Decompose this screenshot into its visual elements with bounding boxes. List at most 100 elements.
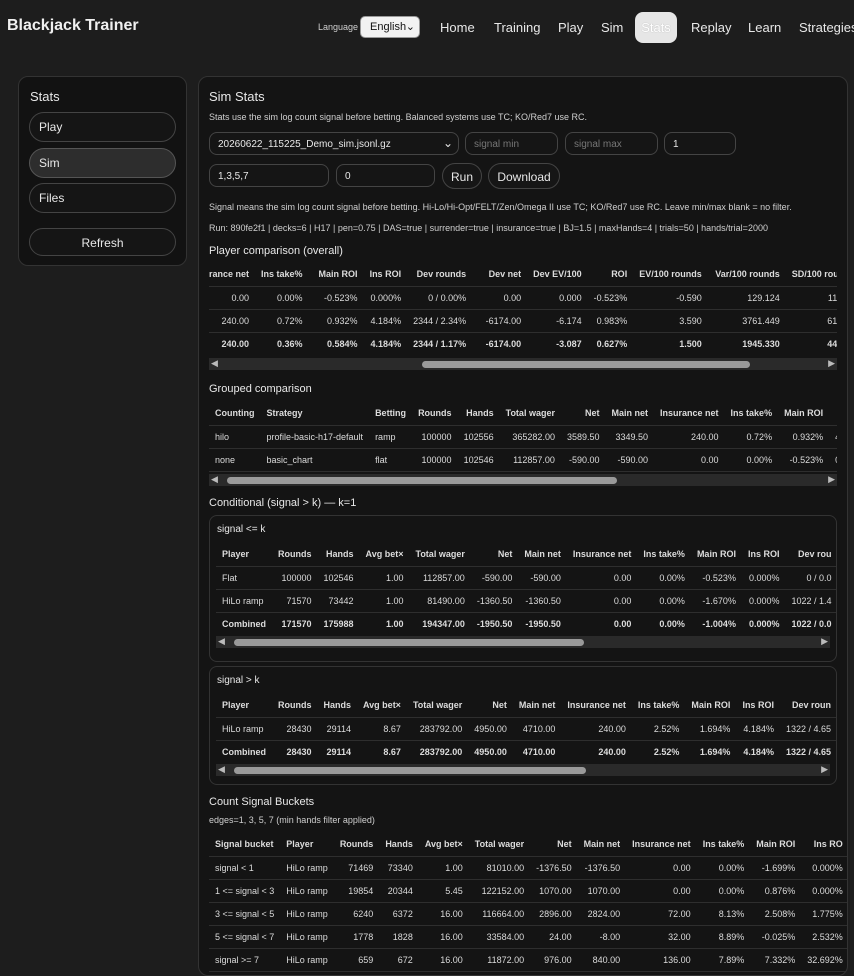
table-cell: 44.106	[827, 338, 837, 349]
table-cell: 0 / 0.0	[806, 572, 832, 583]
scroll-right-icon[interactable]: ▶	[828, 474, 835, 485]
table-cell: 3589.50	[566, 431, 600, 442]
column-header: Main ROI	[696, 549, 736, 560]
column-header: Main ROI	[784, 408, 824, 419]
table-cell: 2824.00	[587, 908, 621, 919]
nav-sim[interactable]: Sim	[601, 12, 625, 43]
nav-play[interactable]: Play	[558, 12, 583, 43]
scroll-thumb[interactable]	[234, 639, 584, 646]
table-cell: -6174.00	[485, 338, 522, 349]
table-cell: 72.00	[668, 908, 691, 919]
buckets-table-wrap: Signal bucket Player Rounds Hands Avg bet× To…	[209, 833, 847, 973]
column-header: Net	[497, 549, 513, 560]
scroll-left-icon[interactable]: ◀	[218, 764, 225, 775]
player-comparison-table: rance net Ins take% Main ROI Ins ROI Dev rou…	[209, 263, 837, 354]
table-cell: 4710.00	[522, 723, 556, 734]
table-cell: 73340	[387, 862, 413, 873]
table-row: Combined 171570 175988 1.00 194347.00 -1950.5…	[216, 612, 836, 633]
table-cell: 171570	[281, 618, 312, 629]
table-cell: 0.000%	[370, 292, 402, 303]
table-cell: 0.00	[231, 292, 250, 303]
grouped-scrollbar[interactable]: ◀ ▶	[209, 474, 837, 486]
min-hands-input[interactable]: 0	[336, 164, 435, 187]
column-header: Rounds	[418, 408, 452, 419]
column-header: Total wager	[505, 408, 555, 419]
scroll-thumb[interactable]	[422, 361, 750, 368]
player-comparison-title: Player comparison (overall)	[209, 245, 343, 257]
scroll-left-icon[interactable]: ◀	[211, 474, 218, 485]
k-input[interactable]: 1	[664, 132, 736, 155]
buckets-subtitle: edges=1, 3, 5, 7 (min hands filter appli…	[209, 815, 375, 825]
table-cell: 4950.00	[474, 723, 507, 734]
table-cell: 129.124	[747, 292, 780, 303]
table-cell: -1.699%	[761, 862, 796, 873]
table-cell: HiLo ramp	[286, 931, 328, 942]
table-cell: 71469	[348, 862, 374, 873]
download-button[interactable]: Download	[488, 163, 560, 189]
edges-input[interactable]: 1,3,5,7	[209, 164, 329, 187]
refresh-button[interactable]: Refresh	[29, 228, 176, 256]
nav-home[interactable]: Home	[440, 12, 475, 43]
signal-gt-k-title: signal > k	[217, 675, 260, 686]
scroll-right-icon[interactable]: ▶	[828, 358, 835, 369]
table-cell: 1322 / 4.65	[785, 723, 831, 734]
scroll-thumb[interactable]	[234, 767, 586, 774]
table-cell: 0.000	[559, 292, 582, 303]
sim-file-select[interactable]: 20260622_115225_Demo_sim.jsonl.gz ⌄	[209, 132, 459, 155]
sidebar-item-files[interactable]: Files	[29, 183, 176, 213]
table-cell: 81010.00	[486, 862, 525, 873]
column-header: Dev rou	[798, 549, 832, 560]
signal-gt-k-scrollbar[interactable]: ◀ ▶	[216, 764, 830, 776]
table-cell: -8.00	[599, 931, 621, 942]
table-cell: -590.00	[568, 454, 600, 465]
table-cell: 0.00	[613, 618, 632, 629]
table-cell: 0 / 0.00%	[428, 292, 467, 303]
sidebar-item-play[interactable]: Play	[29, 112, 176, 142]
signal-min-input[interactable]: signal min	[465, 132, 558, 155]
signal-max-input[interactable]: signal max	[565, 132, 658, 155]
player-comparison-scrollbar[interactable]: ◀ ▶	[209, 358, 837, 370]
sidebar-item-sim[interactable]: Sim	[29, 148, 176, 178]
table-cell: 1022 / 0.0	[791, 618, 832, 629]
column-header: Ins take%	[702, 839, 745, 850]
nav-replay[interactable]: Replay	[691, 12, 731, 43]
table-cell: HiLo ramp	[222, 595, 264, 606]
signal-le-k-table-wrap: Player Rounds Hands Avg bet× Total wager Net M…	[216, 543, 836, 633]
table-cell: 0.72%	[277, 315, 303, 326]
column-header: Hands	[385, 839, 413, 850]
scroll-left-icon[interactable]: ◀	[218, 636, 225, 647]
nav-learn[interactable]: Learn	[748, 12, 781, 43]
table-cell: 2344 / 2.34%	[413, 315, 467, 326]
table-cell: 1828	[392, 931, 413, 942]
table-cell: 240.00	[598, 723, 626, 734]
table-cell: HiLo ramp	[286, 862, 328, 873]
table-cell: 102546	[463, 454, 494, 465]
nav-strategies[interactable]: Strategies	[799, 12, 854, 43]
table-cell: 4.184%	[743, 746, 774, 757]
table-cell: 175988	[323, 618, 354, 629]
column-header: Player	[222, 700, 250, 711]
signal-le-k-scrollbar[interactable]: ◀ ▶	[216, 636, 830, 648]
table-cell: 0.000%	[748, 572, 780, 583]
column-header: Strategy	[266, 408, 303, 419]
language-select[interactable]: English ⌄	[360, 16, 420, 38]
table-cell: 8.89%	[718, 931, 745, 942]
scroll-left-icon[interactable]: ◀	[211, 358, 218, 369]
table-cell: 240.00	[221, 315, 250, 326]
nav-stats[interactable]: Stats	[635, 12, 677, 43]
scroll-thumb[interactable]	[227, 477, 617, 484]
table-cell: 4710.00	[522, 746, 556, 757]
table-cell: 8.67	[383, 746, 401, 757]
table-row: 0.00 0.00% -0.523% 0.000% 0 / 0.00% 0.00 0.000…	[209, 286, 837, 309]
run-button[interactable]: Run	[442, 163, 482, 189]
table-cell: 116664.00	[482, 908, 525, 919]
table-cell: 1070.00	[587, 885, 621, 896]
table-cell: 0.72%	[746, 431, 773, 442]
column-header: Hands	[466, 408, 494, 419]
scroll-right-icon[interactable]: ▶	[821, 764, 828, 775]
table-cell: 73442	[328, 595, 354, 606]
column-header: Main ROI	[691, 700, 731, 711]
nav-training[interactable]: Training	[494, 12, 540, 43]
scroll-right-icon[interactable]: ▶	[821, 636, 828, 647]
table-cell: 0	[829, 448, 837, 471]
